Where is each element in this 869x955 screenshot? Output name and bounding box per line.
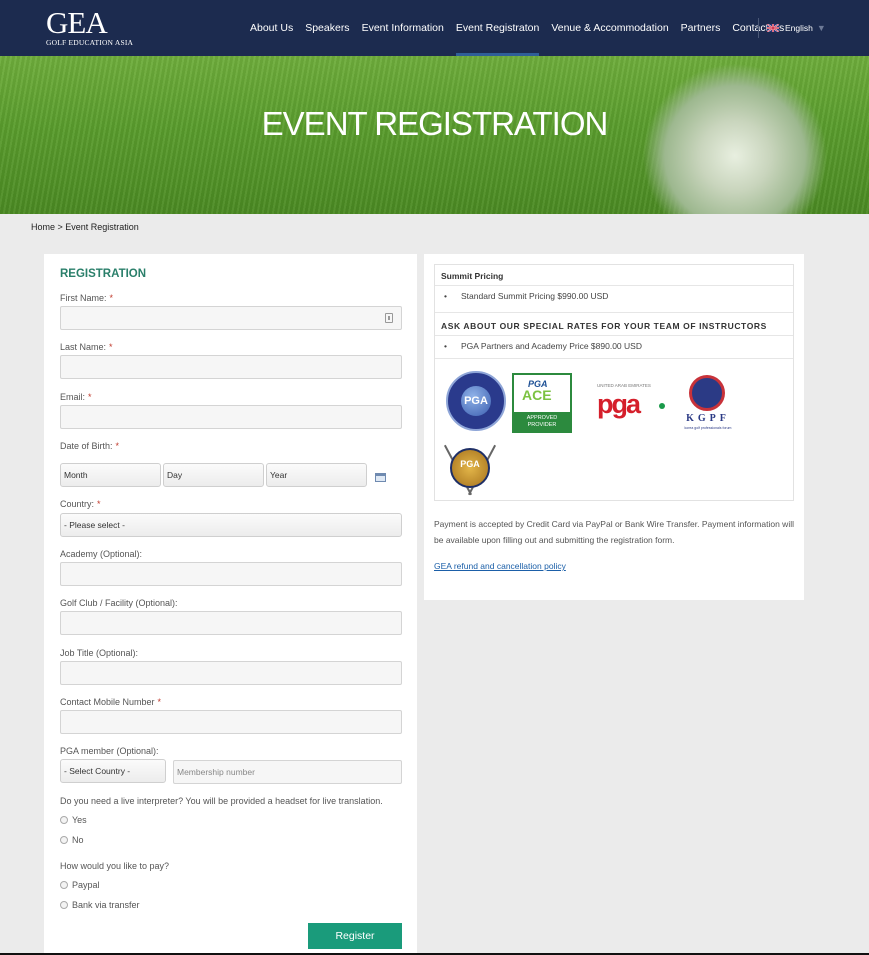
interpreter-yes-radio[interactable]: Yes xyxy=(60,815,87,825)
academy-input[interactable] xyxy=(60,562,402,586)
dob-month-select[interactable]: Month xyxy=(60,463,161,487)
pricing-title: Summit Pricing xyxy=(441,271,504,281)
membership-number-input[interactable]: Membership number xyxy=(173,760,402,784)
radio-icon xyxy=(60,816,68,824)
hero-banner: EVENT REGISTRATION xyxy=(0,56,869,214)
pay-bank-radio[interactable]: Bank via transfer xyxy=(60,900,140,910)
pga-new-zealand-logo: PGA xyxy=(446,371,506,431)
first-name-label: First Name: * xyxy=(60,293,114,303)
email-label: Email: * xyxy=(60,392,92,402)
payment-question: How would you like to pay? xyxy=(60,861,170,871)
nav-venue-accommodation[interactable]: Venue & Accommodation xyxy=(545,0,674,56)
divider xyxy=(435,335,793,336)
radio-icon xyxy=(60,881,68,889)
pga-gold-logo: PGA xyxy=(443,442,497,498)
country-select[interactable]: - Please select - xyxy=(60,513,402,537)
divider xyxy=(435,358,793,359)
interpreter-no-radio[interactable]: No xyxy=(60,835,84,845)
job-title-input[interactable] xyxy=(60,661,402,685)
first-name-input[interactable] xyxy=(60,306,402,330)
divider xyxy=(435,312,793,313)
golf-club-input[interactable] xyxy=(60,611,402,635)
form-title: REGISTRATION xyxy=(60,268,147,280)
calendar-icon[interactable] xyxy=(375,473,386,482)
register-button[interactable]: Register xyxy=(308,923,402,949)
main-menu: About Us Speakers Event Information Even… xyxy=(244,0,790,56)
logo-tagline: GOLF EDUCATION ASIA xyxy=(46,38,134,47)
last-name-input[interactable] xyxy=(60,355,402,379)
dob-day-select[interactable]: Day xyxy=(163,463,264,487)
pga-uae-logo: UNITED ARAB EMIRATES pga xyxy=(597,383,667,423)
contact-card-icon xyxy=(385,313,393,323)
golf-club-label: Golf Club / Facility (Optional): xyxy=(60,598,178,608)
nav-speakers[interactable]: Speakers xyxy=(299,0,355,56)
nav-about-us[interactable]: About Us xyxy=(244,0,299,56)
language-selector[interactable]: English ▼ xyxy=(758,18,826,38)
uk-flag-icon xyxy=(767,24,779,32)
chevron-down-icon: ▼ xyxy=(816,23,826,33)
dob-label: Date of Birth: * xyxy=(60,441,120,451)
email-input[interactable] xyxy=(60,405,402,429)
pga-ace-logo: PGA ACE APPROVED PROVIDER xyxy=(512,373,572,433)
breadcrumb[interactable]: Home > Event Registration xyxy=(31,222,139,232)
nav-event-registration[interactable]: Event Registraton xyxy=(450,0,545,56)
partner-price: • PGA Partners and Academy Price $890.00 … xyxy=(444,341,642,351)
nav-partners[interactable]: Partners xyxy=(675,0,727,56)
registration-form: REGISTRATION First Name: * Last Name: * Em… xyxy=(44,254,417,955)
kgpf-logo: KGPF korea golf professionals forum xyxy=(677,373,739,433)
language-label: English xyxy=(785,23,813,33)
pga-member-label: PGA member (Optional): xyxy=(60,746,159,756)
page-title: EVENT REGISTRATION xyxy=(261,105,609,142)
last-name-label: Last Name: * xyxy=(60,342,113,352)
nav-event-information[interactable]: Event Information xyxy=(356,0,450,56)
pricing-box: Summit Pricing • Standard Summit Pricing … xyxy=(434,264,794,501)
divider xyxy=(435,285,793,286)
radio-icon xyxy=(60,901,68,909)
dot-icon xyxy=(659,403,665,409)
standard-price: • Standard Summit Pricing $990.00 USD xyxy=(444,291,609,301)
pay-paypal-radio[interactable]: Paypal xyxy=(60,880,100,890)
interpreter-question: Do you need a live interpreter? You will… xyxy=(60,796,383,806)
academy-label: Academy (Optional): xyxy=(60,549,143,559)
seal-icon xyxy=(689,375,725,411)
mobile-input[interactable] xyxy=(60,710,402,734)
top-navigation: GEA GOLF EDUCATION ASIA About Us Speaker… xyxy=(0,0,869,56)
pricing-panel: Summit Pricing • Standard Summit Pricing … xyxy=(424,254,804,600)
job-title-label: Job Title (Optional): xyxy=(60,648,139,658)
dob-year-select[interactable]: Year xyxy=(266,463,367,487)
gea-logo[interactable]: GEA GOLF EDUCATION ASIA xyxy=(46,5,134,47)
logo-wordmark: GEA xyxy=(46,5,108,40)
special-rates-title: ASK ABOUT OUR SPECIAL RATES FOR YOUR TEA… xyxy=(441,321,767,331)
mobile-label: Contact Mobile Number * xyxy=(60,697,162,707)
radio-icon xyxy=(60,836,68,844)
country-label: Country: * xyxy=(60,499,101,509)
payment-info: Payment is accepted by Credit Card via P… xyxy=(434,519,794,545)
pga-country-select[interactable]: - Select Country - xyxy=(60,759,166,783)
refund-policy-link[interactable]: GEA refund and cancellation policy xyxy=(434,561,566,571)
